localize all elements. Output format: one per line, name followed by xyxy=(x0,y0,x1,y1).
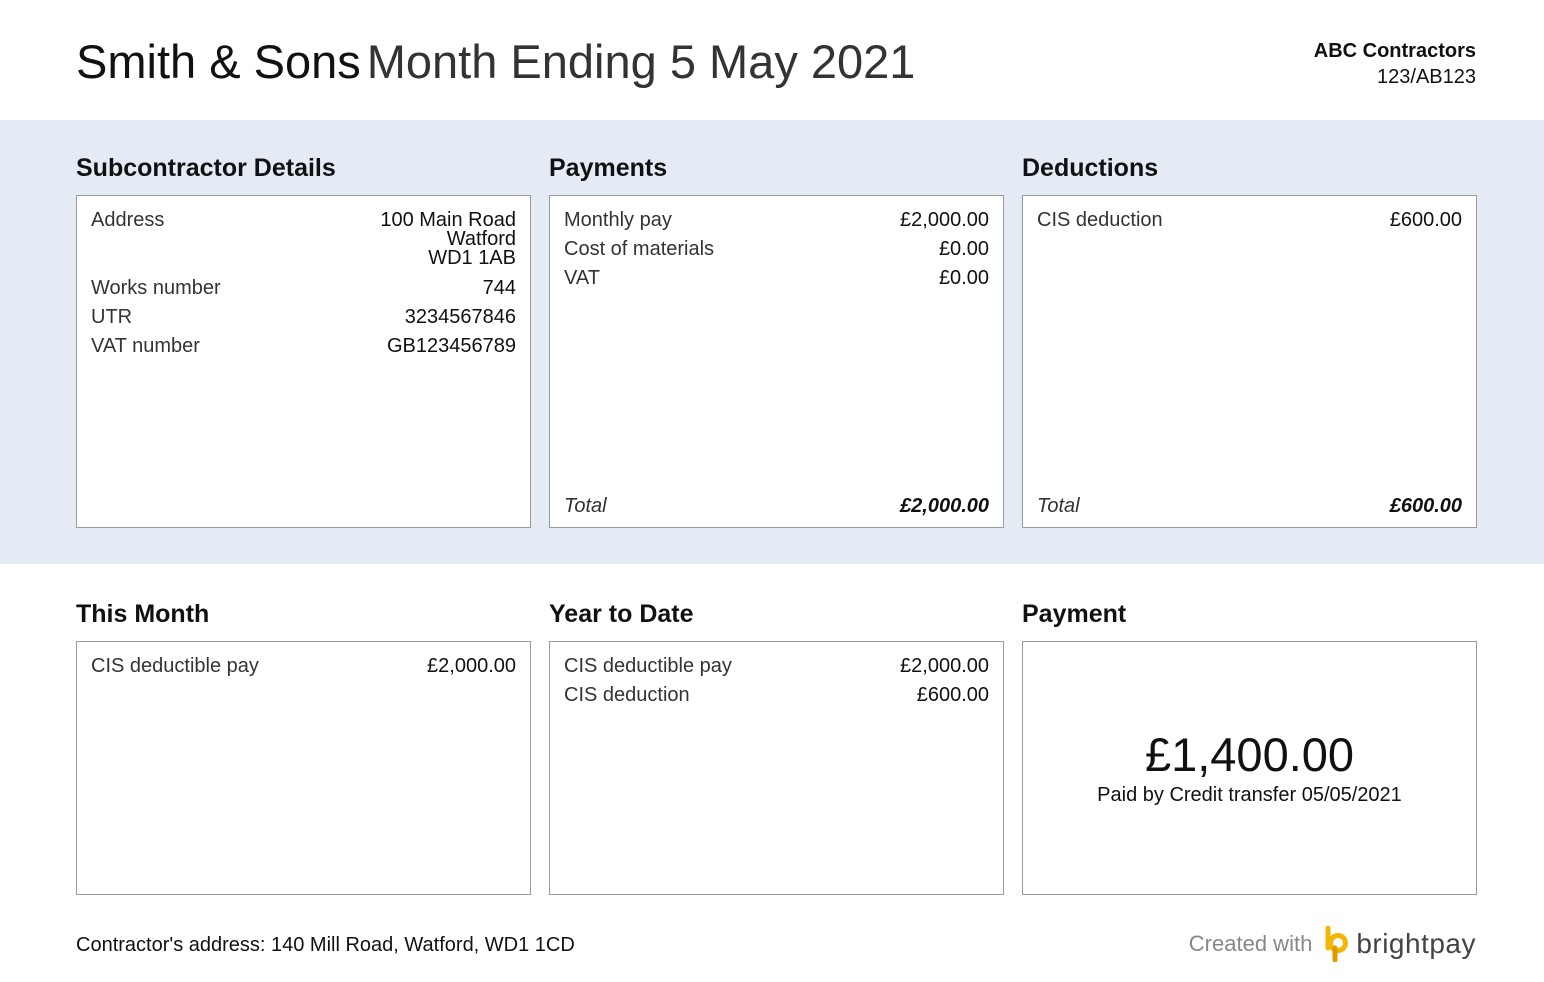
subcontractor-section: Subcontractor Details Address 100 Main R… xyxy=(76,153,531,528)
payments-total-row: Total £2,000.00 xyxy=(564,493,989,519)
payment-method-note: Paid by Credit transfer 05/05/2021 xyxy=(1097,784,1402,806)
page-title: Smith & Sons Month Ending 5 May 2021 xyxy=(76,34,915,90)
payment-label: Cost of materials xyxy=(564,238,715,260)
created-with-brightpay[interactable]: Created with brightpay xyxy=(1189,924,1476,964)
utr-label: UTR xyxy=(91,306,133,328)
deductions-total-label: Total xyxy=(1037,495,1080,517)
deductions-heading: Deductions xyxy=(1022,154,1159,182)
this-month-value: £2,000.00 xyxy=(427,655,516,677)
payments-section: Payments Monthly pay £2,000.00 Cost of m… xyxy=(549,153,1004,528)
payment-heading: Payment xyxy=(1022,600,1127,628)
contractor-name: ABC Contractors xyxy=(1313,40,1476,62)
contractor-ref: 123/AB123 xyxy=(1377,66,1476,88)
vat-row: VAT number GB123456789 xyxy=(91,332,516,361)
deductions-box: CIS deduction £600.00 Total £600.00 xyxy=(1022,195,1477,528)
address-row: Address 100 Main Road Watford WD1 1AB xyxy=(91,206,516,268)
contractor-address: Contractor's address: 140 Mill Road, Wat… xyxy=(76,934,575,956)
this-month-section: This Month CIS deductible pay £2,000.00 xyxy=(76,599,531,895)
deductions-section: Deductions CIS deduction £600.00 Total £… xyxy=(1022,153,1477,528)
payment-box: £1,400.00 Paid by Credit transfer 05/05/… xyxy=(1022,641,1477,895)
year-to-date-box: CIS deductible pay £2,000.00 CIS deducti… xyxy=(549,641,1004,895)
payment-row: Cost of materials £0.00 xyxy=(564,235,989,264)
payment-label: VAT xyxy=(564,267,600,289)
payment-row: VAT £0.00 xyxy=(564,264,989,293)
year-to-date-heading: Year to Date xyxy=(549,600,694,628)
deduction-value: £600.00 xyxy=(1389,209,1462,231)
utr-row: UTR 3234567846 xyxy=(91,303,516,332)
created-with-label: Created with xyxy=(1188,931,1313,956)
payments-total-label: Total xyxy=(564,495,607,517)
vat-label: VAT number xyxy=(91,335,200,357)
address-label: Address xyxy=(91,209,165,231)
vat-value: GB123456789 xyxy=(386,335,516,357)
payments-heading: Payments xyxy=(549,154,668,182)
employer-name: Smith & Sons xyxy=(76,35,361,88)
ytd-value: £600.00 xyxy=(916,684,989,706)
ytd-label: CIS deductible pay xyxy=(564,655,732,677)
this-month-label: CIS deductible pay xyxy=(91,655,259,677)
ytd-label: CIS deduction xyxy=(564,684,690,706)
deductions-total-value: £600.00 xyxy=(1389,495,1462,517)
payslip-header: Smith & Sons Month Ending 5 May 2021 ABC … xyxy=(0,0,1544,120)
period-label: Month Ending 5 May 2021 xyxy=(366,35,916,88)
this-month-box: CIS deductible pay £2,000.00 xyxy=(76,641,531,895)
payment-value: £0.00 xyxy=(938,238,989,260)
address-line: WD1 1AB xyxy=(428,247,516,269)
brightpay-wordmark: brightpay xyxy=(1356,928,1476,959)
payment-row: Monthly pay £2,000.00 xyxy=(564,206,989,235)
payment-section: Payment £1,400.00 Paid by Credit transfe… xyxy=(1022,599,1477,895)
works-number-value: 744 xyxy=(482,277,516,299)
this-month-heading: This Month xyxy=(76,600,210,628)
subcontractor-box: Address 100 Main Road Watford WD1 1AB Wo… xyxy=(76,195,531,528)
utr-value: 3234567846 xyxy=(404,306,516,328)
net-payment-amount: £1,400.00 xyxy=(1144,728,1355,781)
payment-label: Monthly pay xyxy=(564,209,672,231)
works-number-row: Works number 744 xyxy=(91,274,516,303)
brightpay-logo-icon xyxy=(1325,926,1349,962)
ytd-row: CIS deductible pay £2,000.00 xyxy=(564,652,989,681)
payments-total-value: £2,000.00 xyxy=(900,495,989,517)
payment-value: £2,000.00 xyxy=(900,209,989,231)
works-number-label: Works number xyxy=(91,277,221,299)
payments-box: Monthly pay £2,000.00 Cost of materials … xyxy=(549,195,1004,528)
subcontractor-heading: Subcontractor Details xyxy=(76,154,336,182)
deduction-label: CIS deduction xyxy=(1037,209,1163,231)
payment-value: £0.00 xyxy=(938,267,989,289)
this-month-row: CIS deductible pay £2,000.00 xyxy=(91,652,516,681)
deduction-row: CIS deduction £600.00 xyxy=(1037,206,1462,235)
deductions-total-row: Total £600.00 xyxy=(1037,493,1462,519)
ytd-row: CIS deduction £600.00 xyxy=(564,681,989,710)
address-value: 100 Main Road Watford WD1 1AB xyxy=(380,206,516,268)
year-to-date-section: Year to Date CIS deductible pay £2,000.0… xyxy=(549,599,1004,895)
contractor-info: ABC Contractors 123/AB123 xyxy=(1314,38,1476,90)
ytd-value: £2,000.00 xyxy=(900,655,989,677)
